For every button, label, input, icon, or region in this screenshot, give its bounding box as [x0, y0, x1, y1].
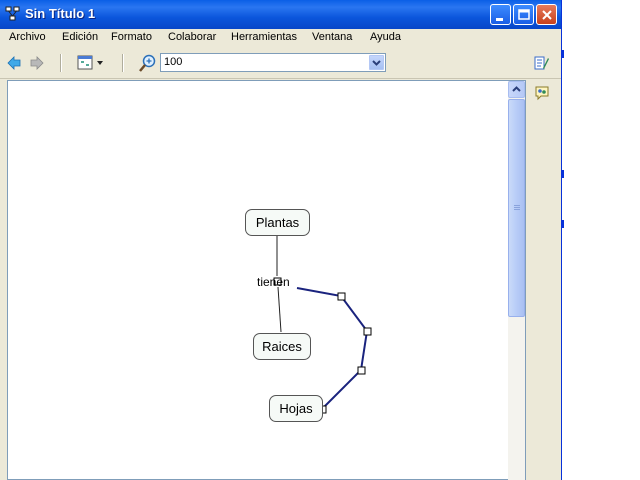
link-line-raices[interactable] — [277, 286, 282, 333]
background-window-edge — [562, 50, 564, 58]
link-handle[interactable] — [357, 366, 366, 375]
cmap-window: Sin Título 1 Archivo Edición Formato Col… — [0, 0, 562, 480]
concept-node-hojas[interactable]: Hojas — [269, 395, 323, 422]
concept-node-raices[interactable]: Raices — [253, 333, 311, 360]
background-window-edge — [562, 220, 564, 228]
concept-node-plantas[interactable]: Plantas — [245, 209, 310, 236]
link-label-tienen[interactable]: tienen — [257, 275, 290, 289]
background-window-edge — [562, 170, 564, 178]
link-handle[interactable] — [337, 292, 346, 301]
link-handle[interactable] — [363, 327, 372, 336]
